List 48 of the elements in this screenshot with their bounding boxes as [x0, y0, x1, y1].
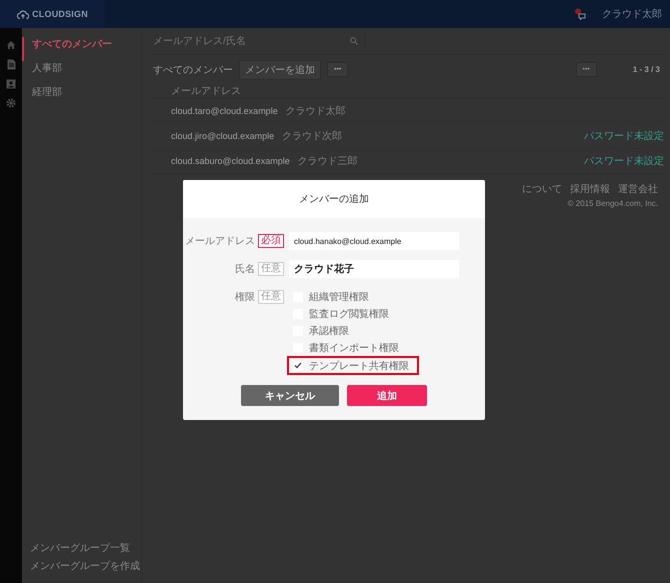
pagination-text: 1 - 3 / 3	[632, 65, 660, 74]
user-name[interactable]: クラウド太郎	[602, 7, 662, 21]
field-badge: 任意	[258, 290, 284, 304]
member-name: クラウド太郎	[286, 104, 346, 118]
checkbox[interactable]	[293, 360, 303, 370]
list-title: すべてのメンバー	[153, 64, 233, 76]
member-name: クラウド三郎	[298, 154, 358, 168]
password-status: パスワード未設定	[584, 130, 664, 143]
field-label: メールアドレス	[185, 235, 255, 248]
search-icon	[350, 37, 358, 45]
footer-link[interactable]: について	[522, 182, 562, 196]
footer-link[interactable]: 運営会社	[618, 182, 658, 196]
group-action-link[interactable]: メンバーグループを作成	[30, 561, 140, 572]
group-item[interactable]: 人事部	[22, 61, 142, 85]
notification-icon[interactable]	[574, 8, 588, 20]
add-member-button[interactable]: メンバーを追加	[239, 60, 321, 80]
logo-text: CLOUDSIGN	[32, 9, 88, 19]
cancel-button[interactable]: キャンセル	[241, 385, 339, 406]
checkbox-label[interactable]: 監査ログ閲覧権限	[309, 306, 389, 320]
footer-link[interactable]: 採用情報	[570, 182, 610, 196]
field-label: 氏名	[235, 262, 255, 276]
home-icon[interactable]	[6, 40, 16, 50]
field-badge: 任意	[258, 262, 284, 276]
checkbox-label[interactable]: 承認権限	[309, 324, 349, 338]
text-field[interactable]: cloud.hanako@cloud.example	[289, 232, 459, 250]
password-status: パスワード未設定	[584, 154, 664, 168]
add-button[interactable]: 追加	[347, 385, 427, 406]
search-field[interactable]: メールアドレス/氏名	[153, 36, 350, 46]
cloud-logo-icon	[17, 10, 30, 18]
contact-card-icon[interactable]	[6, 79, 16, 89]
member-name: クラウド次郎	[282, 130, 342, 143]
footer-link[interactable]: © 2015 Bengo4.com, Inc.	[568, 199, 658, 208]
member-email[interactable]: cloud.saburo@cloud.example	[171, 156, 290, 166]
member-email[interactable]: cloud.jiro@cloud.example	[171, 131, 274, 141]
checkbox-label[interactable]: 組織管理権限	[309, 290, 369, 304]
document-icon[interactable]	[6, 59, 16, 70]
member-email[interactable]: cloud.taro@cloud.example	[171, 106, 278, 116]
group-item[interactable]: すべてのメンバー	[22, 37, 142, 61]
column-header: メールアドレス	[171, 84, 241, 98]
field-label: 権限	[235, 290, 255, 304]
text-field[interactable]: クラウド花子	[289, 260, 459, 278]
checkbox-label[interactable]: テンプレート共有権限	[309, 358, 409, 372]
field-badge: 必須	[258, 234, 284, 248]
dialog-title: メンバーの追加	[183, 180, 485, 218]
settings-icon[interactable]	[6, 98, 16, 108]
checkbox-label[interactable]: 書類インポート権限	[309, 340, 399, 354]
group-action-link[interactable]: メンバーグループ一覧	[30, 543, 130, 554]
group-item[interactable]: 経理部	[22, 85, 142, 109]
